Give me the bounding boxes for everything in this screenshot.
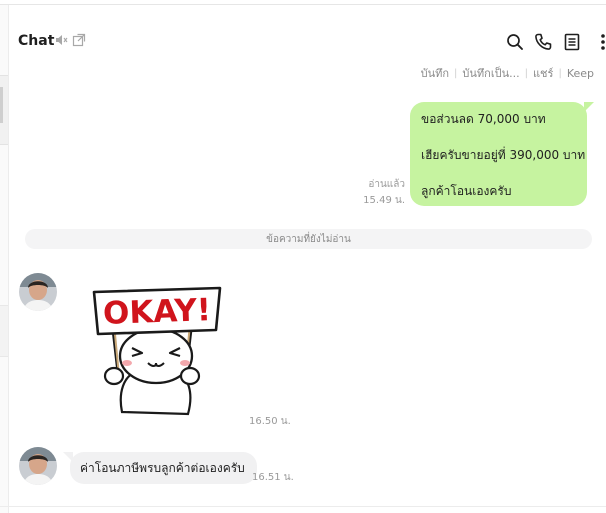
chat-title: Chat [18,33,55,49]
search-icon[interactable] [505,32,525,52]
chat-header: Chat [9,5,606,65]
message-line: ขอส่วนลด 70,000 บาท [421,112,546,126]
avatar[interactable] [19,273,57,311]
phone-icon[interactable] [533,32,553,52]
message-input-divider [0,506,606,507]
notes-icon[interactable] [562,32,582,52]
message-text: ค่าโอนภาษีพรบลูกค้าต่อเองครับ [80,460,245,475]
read-status: อ่านแล้ว [368,179,405,190]
message-line: ลูกค้าโอนเองครับ [421,184,512,198]
tab-separator: | [558,67,562,79]
more-vertical-icon[interactable] [597,32,606,52]
avatar[interactable] [19,447,57,485]
incoming-message-bubble[interactable]: ค่าโอนภาษีพรบลูกค้าต่อเองครับ [63,452,257,484]
tab-save-as[interactable]: บันทึกเป็น... [462,64,519,82]
message-timestamp: 15.49 น. [363,195,405,206]
chat-list-scroll-mark [0,87,3,123]
message-timestamp: 16.51 น. [252,472,294,483]
unread-divider: ข้อความที่ยังไม่อ่าน [25,229,592,249]
tab-save[interactable]: บันทึก [421,64,449,82]
tab-separator: | [524,67,528,79]
message-action-tabs: บันทึก | บันทึกเป็น... | แชร์ | Keep [421,64,594,82]
chat-list-edge[interactable] [0,5,9,513]
message-line: เฮียครับขายอยู่ที่ 390,000 บาท [421,148,586,162]
open-window-icon[interactable] [72,33,86,47]
unread-divider-label: ข้อความที่ยังไม่อ่าน [266,233,351,245]
outgoing-message-bubble[interactable]: ขอส่วนลด 70,000 บาท เฮียครับขายอยู่ที่ 3… [410,102,594,206]
speaker-muted-icon[interactable] [54,33,68,47]
sticker-sign-text: OKAY! [102,292,211,332]
tab-keep[interactable]: Keep [567,67,594,80]
message-timestamp: 16.50 น. [249,416,291,427]
okay-sticker[interactable]: OKAY! [88,284,232,424]
tab-share[interactable]: แชร์ [533,64,553,82]
tab-separator: | [454,67,458,79]
chat-list-item[interactable] [0,305,8,357]
